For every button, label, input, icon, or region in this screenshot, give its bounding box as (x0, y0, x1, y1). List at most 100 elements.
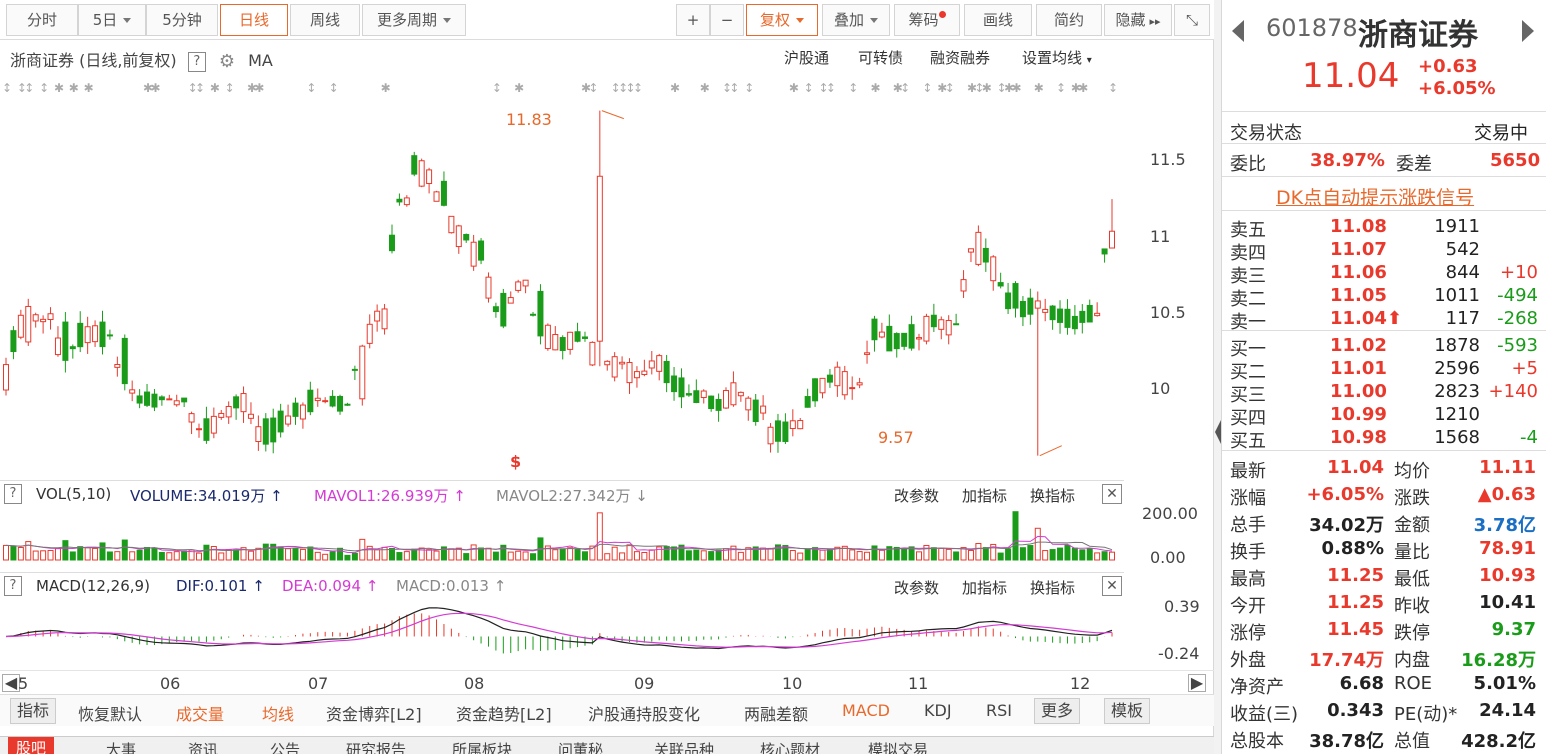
event-marker-icon[interactable]: ↕ (1108, 81, 1118, 95)
volume-help-button[interactable]: ? (4, 484, 22, 504)
volume-bar[interactable] (225, 548, 232, 561)
volume-bar[interactable] (195, 552, 202, 561)
candle-body[interactable] (700, 390, 707, 399)
candle-body[interactable] (255, 426, 262, 443)
candle-body[interactable] (886, 325, 893, 352)
ma-label[interactable]: MA (248, 51, 273, 70)
dk-signal-link[interactable]: DK点自动提示涨跌信号 (1276, 183, 1474, 210)
volume-bar[interactable] (173, 551, 180, 561)
candle-body[interactable] (930, 314, 937, 328)
volume-bar[interactable] (1057, 547, 1064, 561)
candle-body[interactable] (552, 334, 559, 351)
volume-bar[interactable] (151, 547, 158, 561)
volume-bar[interactable] (351, 552, 358, 561)
candle-body[interactable] (782, 421, 789, 442)
candle-body[interactable] (448, 215, 455, 234)
candle-body[interactable] (619, 361, 626, 365)
candle-body[interactable] (218, 412, 225, 418)
candle-body[interactable] (1034, 300, 1041, 309)
volume-bar[interactable] (470, 544, 477, 561)
indicator-tab[interactable]: 模板 (1104, 698, 1151, 724)
candle-body[interactable] (84, 326, 91, 344)
scroll-right-button[interactable]: ▶ (1188, 674, 1206, 692)
volume-bar[interactable] (619, 552, 626, 561)
candle-body[interactable] (693, 390, 700, 403)
volume-bar[interactable] (40, 550, 47, 561)
toolbar-tab[interactable]: 日线 (220, 4, 288, 36)
candle-body[interactable] (945, 319, 952, 336)
candle-body[interactable] (522, 279, 529, 287)
volume-bar[interactable] (106, 551, 113, 561)
event-marker-icon[interactable]: ✱ (700, 81, 710, 95)
volume-bar[interactable] (648, 549, 655, 561)
candle-body[interactable] (678, 377, 685, 398)
candle-body[interactable] (99, 321, 106, 348)
candle-body[interactable] (908, 324, 915, 349)
toolbar-tab[interactable]: 更多周期 (362, 4, 466, 36)
bottom-tab[interactable]: 问董秘 (558, 739, 603, 754)
event-marker-icon[interactable]: ✱ (670, 81, 680, 95)
volume-bar[interactable] (849, 549, 856, 561)
candle-body[interactable] (990, 256, 997, 282)
indicator-tab[interactable]: 资金博弈[L2] (326, 701, 422, 725)
candle-body[interactable] (997, 282, 1004, 287)
event-marker-icon[interactable]: ↕ (729, 81, 739, 95)
candle-body[interactable] (544, 324, 551, 350)
volume-bar[interactable] (938, 547, 945, 561)
volume-chart[interactable] (0, 506, 1214, 568)
volume-bar[interactable] (581, 551, 588, 561)
volume-bar[interactable] (463, 553, 470, 561)
event-marker-icon[interactable]: ↕ (633, 81, 643, 95)
indicator-tab[interactable]: 沪股通持股变化 (588, 701, 700, 725)
volume-bar[interactable] (967, 549, 974, 561)
bottom-tab[interactable]: 公告 (270, 739, 300, 754)
volume-bar[interactable] (975, 543, 982, 561)
event-marker-icon[interactable]: ✱ (514, 81, 524, 95)
event-marker-icon[interactable]: ✱ (84, 81, 94, 95)
candle-body[interactable] (967, 248, 974, 253)
volume-bar[interactable] (144, 547, 151, 561)
candle-body[interactable] (69, 346, 76, 350)
link-set-ma[interactable]: 设置均线 ▾ (1022, 47, 1092, 68)
volume-bar[interactable] (1109, 551, 1115, 561)
candle-body[interactable] (463, 233, 470, 241)
candle-body[interactable] (797, 420, 804, 430)
volume-bar[interactable] (700, 550, 707, 561)
volume-bar[interactable] (1086, 548, 1093, 561)
candle-body[interactable] (181, 397, 188, 403)
toolbar-tab[interactable]: 简约 (1036, 4, 1102, 36)
volume-bar[interactable] (708, 551, 715, 561)
candle-body[interactable] (871, 318, 878, 341)
candle-body[interactable] (774, 420, 781, 442)
gear-icon[interactable]: ⚙ (219, 51, 235, 72)
candle-body[interactable] (166, 398, 173, 401)
candle-body[interactable] (92, 325, 99, 343)
candle-body[interactable] (745, 397, 752, 411)
volume-bar[interactable] (1027, 545, 1034, 561)
candle-body[interactable] (715, 398, 722, 411)
candle-body[interactable] (901, 332, 908, 347)
indicator-tab[interactable]: 恢复默认 (78, 701, 142, 725)
volume-bar[interactable] (878, 549, 885, 561)
candle-body[interactable] (723, 390, 730, 409)
candle-body[interactable] (611, 356, 618, 378)
volume-bar[interactable] (1005, 548, 1012, 561)
volume-bar[interactable] (47, 549, 54, 561)
candle-body[interactable] (114, 363, 121, 368)
volume-bar[interactable] (77, 546, 84, 561)
candle-body[interactable] (344, 403, 351, 406)
candle-body[interactable] (864, 352, 871, 355)
volume-bar[interactable] (411, 548, 418, 561)
candle-body[interactable] (1027, 297, 1034, 315)
candle-body[interactable] (144, 391, 151, 406)
candle-body[interactable] (804, 396, 811, 408)
event-marker-icon[interactable]: ↕ (306, 81, 316, 95)
candle-body[interactable] (403, 197, 410, 206)
volume-bar[interactable] (285, 548, 292, 561)
toolbar-tab[interactable]: − (710, 4, 744, 36)
vol-switch-indicator[interactable]: 换指标 (1030, 485, 1075, 506)
volume-bar[interactable] (804, 548, 811, 561)
volume-bar[interactable] (856, 551, 863, 561)
link-convertible-bond[interactable]: 可转债 (858, 47, 903, 68)
event-marker-icon[interactable]: ↕ (588, 81, 598, 95)
